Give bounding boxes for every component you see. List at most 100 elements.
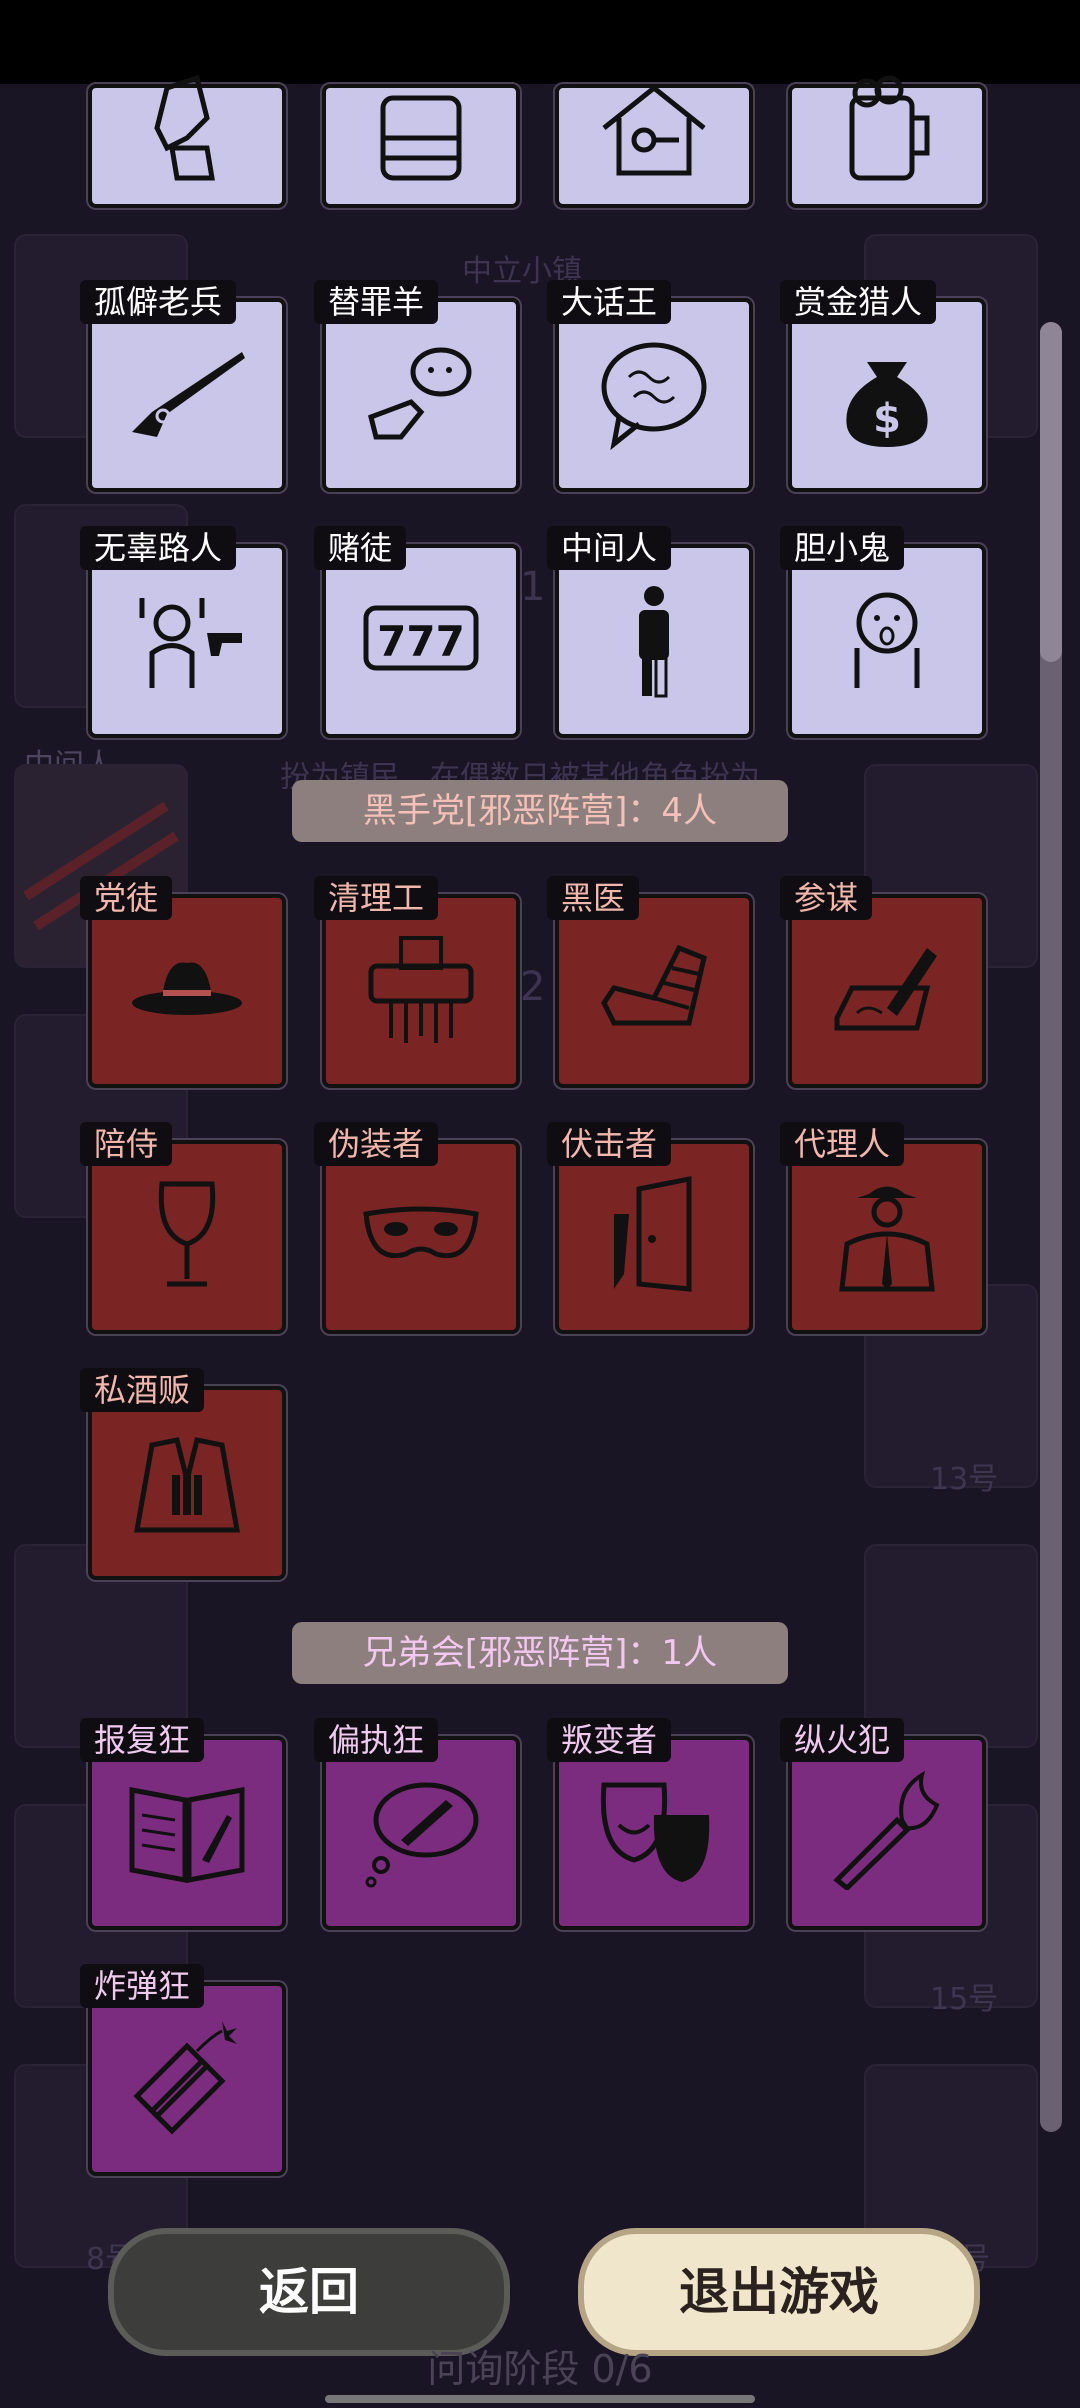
role-card-frame bbox=[88, 544, 286, 738]
role-name-tag: 孤僻老兵 bbox=[80, 280, 237, 324]
seat-number: 13号 bbox=[930, 1462, 999, 1497]
role-name-tag: 赌徒 bbox=[314, 526, 407, 570]
mafia-role-card-9[interactable]: 私酒贩 bbox=[80, 1368, 296, 1594]
role-card-frame bbox=[788, 1736, 986, 1930]
role-name-tag: 报复狂 bbox=[80, 1718, 205, 1762]
book-knife-icon bbox=[129, 1786, 245, 1884]
mafia-role-card-5[interactable]: 陪侍 bbox=[80, 1122, 296, 1348]
wine-glass-icon bbox=[158, 1181, 216, 1287]
role-card-frame bbox=[322, 84, 520, 208]
role-card-1[interactable]: 孤僻老兵 bbox=[80, 280, 296, 506]
brotherhood-role-card-1[interactable]: 报复狂 bbox=[80, 1718, 296, 1944]
dynamite-icon bbox=[133, 2021, 237, 2135]
brotherhood-role-card-2[interactable]: 偏执狂 bbox=[314, 1718, 530, 1944]
role-card-3[interactable]: 大话王 bbox=[547, 280, 763, 506]
role-card[interactable] bbox=[788, 60, 996, 268]
thought-knife-icon bbox=[365, 1782, 479, 1888]
role-name-tag: 大话王 bbox=[547, 280, 672, 324]
phase-indicator: 问询阶段 0/6 bbox=[427, 2347, 653, 2391]
role-card-frame bbox=[788, 1140, 986, 1334]
brotherhood-role-card-5[interactable]: 炸弹狂 bbox=[80, 1964, 296, 2190]
role-card-frame bbox=[88, 1386, 286, 1580]
speech-bubble-icon bbox=[601, 342, 707, 451]
mafia-role-card-7[interactable]: 伏击者 bbox=[547, 1122, 763, 1348]
theater-masks-icon bbox=[600, 1782, 710, 1882]
torch-icon bbox=[833, 1770, 940, 1890]
mafia-role-card-8[interactable]: 代理人 bbox=[780, 1122, 996, 1348]
scrollbar-thumb[interactable] bbox=[1040, 322, 1062, 662]
role-name-tag: 叛变者 bbox=[547, 1718, 672, 1762]
mafia-role-card-4[interactable]: 参谋 bbox=[780, 876, 996, 1102]
sheep-pointing-icon bbox=[368, 347, 472, 440]
role-card-frame bbox=[555, 298, 753, 492]
role-name-tag: 伪装者 bbox=[314, 1122, 439, 1166]
brotherhood-section-title: 兄弟会[邪恶阵营]：1人 bbox=[292, 1622, 788, 1684]
role-card-2[interactable]: 替罪羊 bbox=[314, 280, 530, 506]
role-card[interactable] bbox=[88, 60, 296, 268]
back-button[interactable]: 返回 bbox=[108, 2228, 510, 2356]
role-card-frame bbox=[88, 1140, 286, 1334]
mafia-role-card-1[interactable]: 党徒 bbox=[80, 876, 296, 1102]
scared-face-icon bbox=[854, 592, 920, 688]
suit-man-icon bbox=[839, 1186, 935, 1292]
role-card-6[interactable]: 777 赌徒 bbox=[314, 526, 530, 752]
role-card-frame bbox=[788, 544, 986, 738]
role-name-tag: 代理人 bbox=[780, 1122, 905, 1166]
role-name-tag: 清理工 bbox=[314, 876, 439, 920]
pen-writing-icon bbox=[834, 948, 937, 1031]
rifle-icon bbox=[132, 352, 245, 437]
role-name-tag: 黑医 bbox=[547, 876, 640, 920]
fedora-icon bbox=[132, 962, 242, 1015]
role-card-frame: $ bbox=[788, 298, 986, 492]
role-card-7[interactable]: 中间人 bbox=[547, 526, 763, 752]
role-card-frame bbox=[555, 1736, 753, 1930]
role-name-tag: 替罪羊 bbox=[314, 280, 439, 324]
role-card-frame bbox=[88, 298, 286, 492]
role-card-frame bbox=[88, 1982, 286, 2176]
knife-door-icon bbox=[614, 1175, 692, 1292]
role-card-frame bbox=[88, 1736, 286, 1930]
mafia-role-card-6[interactable]: 伪装者 bbox=[314, 1122, 530, 1348]
role-name-tag: 炸弹狂 bbox=[80, 1964, 205, 2008]
role-card-frame bbox=[322, 1140, 520, 1334]
role-card-frame bbox=[88, 894, 286, 1088]
role-card-frame bbox=[788, 75, 986, 208]
role-card-frame bbox=[555, 84, 753, 208]
role-name-tag: 赏金猎人 bbox=[780, 280, 937, 324]
brotherhood-role-card-3[interactable]: 叛变者 bbox=[547, 1718, 763, 1944]
role-name-tag: 中间人 bbox=[547, 526, 672, 570]
role-name-tag: 无辜路人 bbox=[80, 526, 237, 570]
role-card-8[interactable]: 胆小鬼 bbox=[780, 526, 996, 752]
role-card[interactable] bbox=[555, 60, 763, 268]
scrollbar[interactable] bbox=[1040, 322, 1062, 2132]
role-card-frame bbox=[322, 1736, 520, 1930]
slot-777-icon: 777 bbox=[363, 605, 479, 671]
beer-mug-icon bbox=[849, 75, 930, 181]
role-name-tag: 伏击者 bbox=[547, 1122, 672, 1166]
mafia-role-card-3[interactable]: 黑医 bbox=[547, 876, 763, 1102]
shredder-icon bbox=[368, 936, 474, 1043]
bottles-coat-icon bbox=[134, 1437, 240, 1533]
home-indicator[interactable] bbox=[325, 2395, 755, 2403]
role-card-4[interactable]: $ 赏金猎人 bbox=[780, 280, 996, 506]
mask-icon bbox=[363, 1206, 479, 1258]
half-person-icon bbox=[639, 586, 669, 698]
exit-game-button[interactable]: 退出游戏 bbox=[578, 2228, 980, 2356]
role-card-frame bbox=[322, 298, 520, 492]
house-key-icon bbox=[602, 84, 706, 176]
fist-cash-icon bbox=[154, 74, 215, 181]
money-bag-icon: $ bbox=[846, 362, 928, 447]
role-card[interactable] bbox=[322, 60, 530, 268]
svg-text:777: 777 bbox=[377, 617, 465, 666]
role-card-frame bbox=[88, 74, 286, 208]
role-card-frame bbox=[555, 894, 753, 1088]
mafia-role-card-2[interactable]: 清理工 bbox=[314, 876, 530, 1102]
role-card-frame bbox=[555, 544, 753, 738]
mafia-section-title: 黑手党[邪恶阵营]：4人 bbox=[292, 780, 788, 842]
seat-number: 15号 bbox=[930, 1982, 999, 2017]
role-name-tag: 胆小鬼 bbox=[780, 526, 905, 570]
role-card-frame bbox=[322, 894, 520, 1088]
role-card-frame bbox=[788, 894, 986, 1088]
brotherhood-role-card-4[interactable]: 纵火犯 bbox=[780, 1718, 996, 1944]
role-card-5[interactable]: 无辜路人 bbox=[80, 526, 296, 752]
